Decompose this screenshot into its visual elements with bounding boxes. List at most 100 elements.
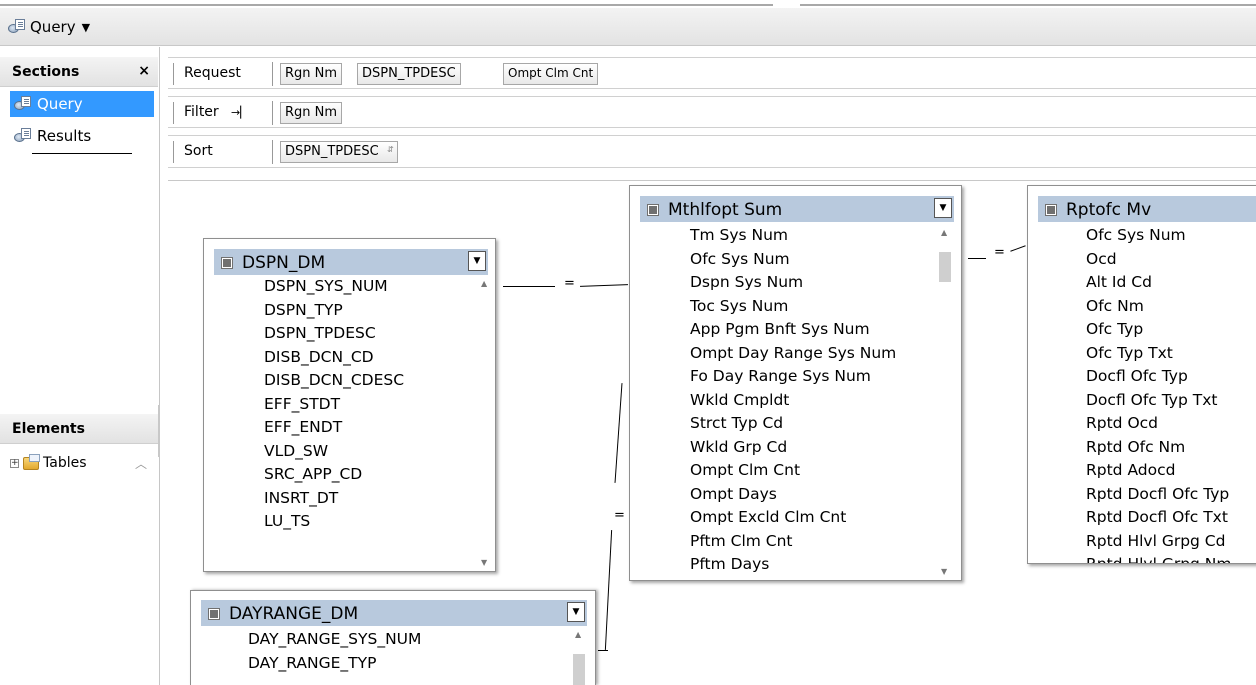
column-item[interactable]: DSPN_SYS_NUM (264, 277, 466, 301)
scrollbar-thumb[interactable] (573, 654, 585, 685)
table-header-dayrange[interactable]: DAYRANGE_DM ▼ (201, 600, 587, 626)
column-item[interactable]: Ompt Clm Cnt (690, 461, 934, 485)
scroll-down-icon[interactable]: ▼ (481, 558, 487, 567)
column-item[interactable]: Pftm Clm Cnt (690, 532, 934, 556)
column-item[interactable]: Rptd Hlvl Grpg Nm (1086, 555, 1256, 563)
column-item[interactable]: Rptd Ocd (1086, 414, 1256, 438)
column-item[interactable]: DISB_DCN_CDESC (264, 371, 466, 395)
column-item[interactable]: App Pgm Bnft Sys Num (690, 320, 934, 344)
column-list: Ofc Sys Num Ocd Alt Id Cd Ofc Nm Ofc Typ… (1038, 226, 1256, 563)
sections-title: Sections (12, 64, 80, 80)
column-item[interactable]: Ofc Sys Num (690, 250, 934, 274)
column-item[interactable]: Ofc Sys Num (1086, 226, 1256, 250)
table-header[interactable]: DSPN_DM ▼ (214, 249, 488, 275)
column-item[interactable]: DISB_DCN_CD (264, 348, 466, 372)
column-item[interactable]: Toc Sys Num (690, 297, 934, 321)
top-divider-right (800, 4, 1256, 6)
query-menu-button[interactable]: Query ▼ (8, 16, 90, 38)
table-name: Rptofc Mv (1066, 200, 1152, 220)
table-icon (221, 257, 233, 269)
table-mthlfopt-sum[interactable]: Mthlfopt Sum ▼ Tm Sys Num Ofc Sys Num Ds… (629, 185, 962, 581)
column-item[interactable]: Docfl Ofc Typ (1086, 367, 1256, 391)
row-grip (173, 141, 175, 163)
column-item[interactable]: Ofc Typ Txt (1086, 344, 1256, 368)
column-item[interactable]: Strct Typ Cd (690, 414, 934, 438)
column-item[interactable]: Fo Day Range Sys Num (690, 367, 934, 391)
left-panel: Sections × Query Results Elements + Tabl… (0, 47, 160, 685)
column-item[interactable]: Tm Sys Num (690, 226, 934, 250)
section-item-results[interactable]: Results (10, 123, 154, 149)
join-line[interactable] (598, 650, 608, 651)
dropdown-icon[interactable]: ▼ (934, 198, 952, 218)
scrollbar[interactable]: ▲ ▼ (478, 277, 492, 567)
column-item[interactable]: Ocd (1086, 250, 1256, 274)
section-item-query[interactable]: Query (10, 91, 154, 117)
table-header[interactable]: Rptofc Mv (1038, 196, 1256, 222)
row-divider (272, 62, 273, 86)
column-item[interactable]: DAY_RANGE_SYS_NUM (248, 628, 568, 652)
join-line[interactable] (968, 258, 986, 259)
column-item[interactable]: Ompt Excld Clm Cnt (690, 508, 934, 532)
scrollbar[interactable]: ▲ ▼ (938, 226, 952, 576)
request-chip[interactable]: Rgn Nm (280, 63, 343, 85)
request-chip[interactable]: Ompt Clm Cnt (503, 63, 599, 85)
table-header[interactable]: Mthlfopt Sum ▼ (640, 196, 954, 222)
row-divider (272, 101, 273, 125)
tree-item-tables[interactable]: + Tables (10, 453, 87, 471)
table-name: DAYRANGE_DM (229, 604, 359, 624)
column-item[interactable]: Pftm Days (690, 555, 934, 576)
column-item[interactable]: DSPN_TPDESC (264, 324, 466, 348)
scroll-up-icon[interactable]: ▲ (481, 279, 487, 288)
sort-row: Sort DSPN_TPDESC ⇵ (168, 135, 1256, 168)
scrollbar-thumb[interactable] (939, 252, 951, 282)
scroll-up-icon[interactable]: ︿ (135, 455, 147, 472)
dropdown-icon[interactable]: ▼ (567, 602, 585, 622)
column-item[interactable]: Rptd Docfl Ofc Txt (1086, 508, 1256, 532)
sort-chip[interactable]: DSPN_TPDESC ⇵ (280, 141, 398, 163)
column-item[interactable]: Rptd Ofc Nm (1086, 438, 1256, 462)
close-icon[interactable]: × (138, 63, 150, 79)
top-divider (0, 4, 773, 6)
column-item[interactable]: Dspn Sys Num (690, 273, 934, 297)
join-line[interactable] (503, 286, 555, 287)
column-item[interactable]: DAY_RANGE_TYP (248, 652, 568, 676)
column-item[interactable]: Alt Id Cd (1086, 273, 1256, 297)
column-item[interactable]: EFF_STDT (264, 395, 466, 419)
scrollbar[interactable]: ▲ (572, 628, 586, 685)
filter-chip[interactable]: Rgn Nm (280, 102, 343, 124)
expand-icon[interactable]: + (10, 458, 19, 468)
panel-splitter[interactable] (158, 405, 160, 457)
scroll-up-icon[interactable]: ▲ (941, 228, 947, 237)
column-item[interactable]: Ofc Nm (1086, 297, 1256, 321)
column-item[interactable]: INSRT_DT (264, 489, 466, 513)
column-item[interactable]: Rptd Adocd (1086, 461, 1256, 485)
column-item[interactable]: Wkld Cmpldt (690, 391, 934, 415)
column-item[interactable]: Rptd Docfl Ofc Typ (1086, 485, 1256, 509)
join-operator: = (614, 508, 625, 523)
request-row: Request Rgn Nm DSPN_TPDESC Ompt Clm Cnt (168, 57, 1256, 89)
filter-arrow-icon[interactable]: →▏ (231, 106, 249, 119)
table-icon (647, 204, 659, 216)
column-item[interactable]: EFF_ENDT (264, 418, 466, 442)
column-item[interactable]: Docfl Ofc Typ Txt (1086, 391, 1256, 415)
request-chip[interactable]: DSPN_TPDESC (357, 63, 461, 85)
scroll-up-icon[interactable]: ▲ (575, 630, 581, 639)
section-item-label: Results (37, 127, 92, 145)
results-icon (14, 128, 32, 144)
column-item[interactable]: VLD_SW (264, 442, 466, 466)
column-item[interactable]: Wkld Grp Cd (690, 438, 934, 462)
table-icon (208, 608, 220, 620)
scroll-down-icon[interactable]: ▼ (941, 567, 947, 576)
column-item[interactable]: Rptd Hlvl Grpg Cd (1086, 532, 1256, 556)
column-item[interactable]: Ompt Days (690, 485, 934, 509)
column-item[interactable]: Ompt Day Range Sys Num (690, 344, 934, 368)
column-item[interactable]: DSPN_TYP (264, 301, 466, 325)
section-item-label: Query (37, 95, 83, 113)
table-rptofc-mv[interactable]: Rptofc Mv Ofc Sys Num Ocd Alt Id Cd Ofc … (1027, 185, 1256, 564)
column-item[interactable]: LU_TS (264, 512, 466, 536)
column-item[interactable]: SRC_APP_CD (264, 465, 466, 489)
dropdown-icon[interactable]: ▼ (468, 251, 486, 271)
table-dspn-dm[interactable]: DSPN_DM ▼ DSPN_SYS_NUM DSPN_TYP DSPN_TPD… (203, 238, 496, 572)
column-item[interactable]: Ofc Typ (1086, 320, 1256, 344)
table-icon (1045, 204, 1057, 216)
